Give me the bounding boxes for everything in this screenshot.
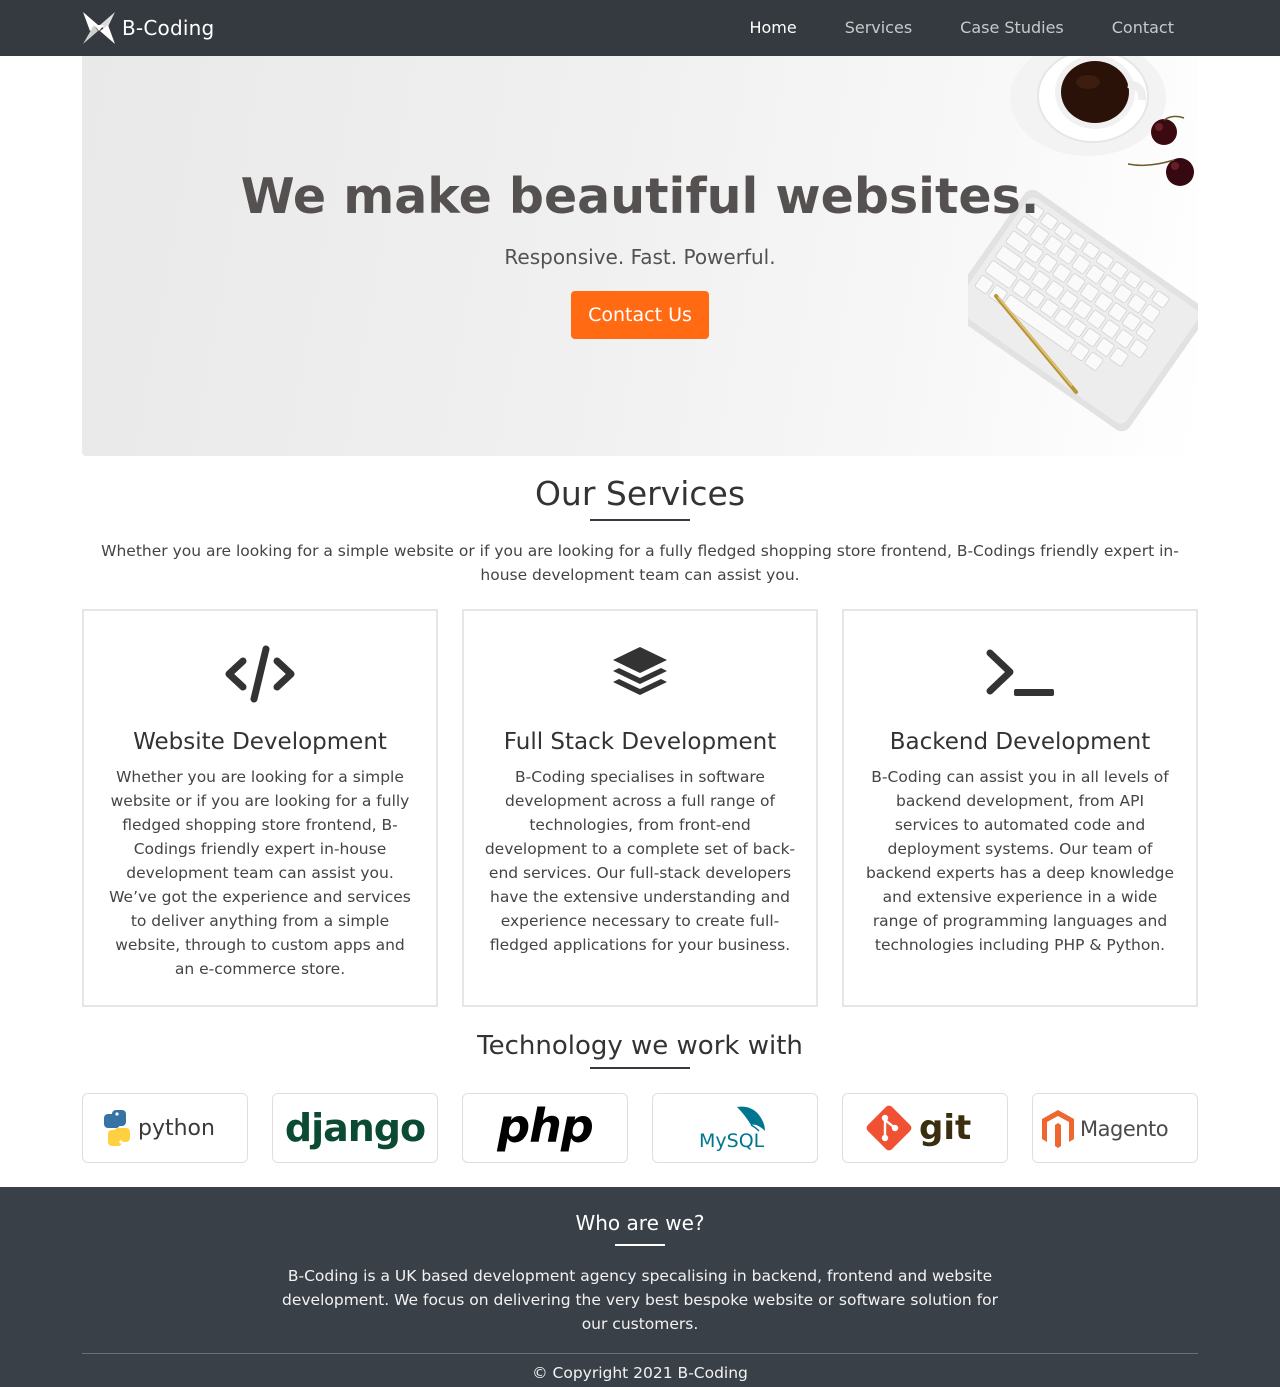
tech-logo-django: django [272,1093,438,1163]
python-logo-text: python [138,1116,215,1141]
footer-copyright: © Copyright 2021 B-Coding [532,1364,748,1382]
service-card-backend: Backend Development B-Coding can assist … [842,609,1198,1007]
django-logo-icon: django [285,1106,426,1150]
django-logo-text: django [285,1106,425,1150]
contact-us-button[interactable]: Contact Us [571,291,709,339]
service-card-text: Whether you are looking for a simple web… [109,768,411,978]
service-card-title: Backend Development [889,729,1151,755]
technology-section: Technology we work with python django ph… [0,1031,1280,1163]
services-title-underline [590,519,690,521]
brand-name: B-Coding [122,16,215,40]
footer-divider [82,1353,1198,1354]
service-card-full-stack: Full Stack Development B-Coding speciali… [462,609,818,1007]
nav-link-services[interactable]: Services [821,0,936,56]
services-section: Our Services Whether you are looking for… [0,474,1280,1007]
services-title: Our Services [534,474,746,513]
nav-links: Home Services Case Studies Contact [725,0,1198,56]
magento-logo-icon: Magento [1042,1110,1169,1148]
code-icon [225,645,295,703]
php-logo-text: php [496,1100,593,1153]
hero-banner: We make beautiful websites. Responsive. … [82,56,1198,456]
hero-title: We make beautiful websites. [240,168,1040,225]
footer-about-text: B-Coding is a UK based development agenc… [282,1267,998,1333]
navbar: B-Coding Home Services Case Studies Cont… [0,0,1280,56]
nav-link-home[interactable]: Home [725,0,820,56]
mysql-logo-text: MySQL [699,1130,765,1152]
mysql-logo-icon: MySQL [699,1106,765,1152]
python-logo-icon: python [104,1110,215,1146]
layers-icon [613,647,667,695]
card-icon-wrap [104,645,416,703]
brand-link[interactable]: B-Coding [82,11,214,45]
nav-link-contact[interactable]: Contact [1088,0,1198,56]
footer-title: Who are we? [575,1211,705,1235]
services-cards: Website Development Whether you are look… [82,609,1198,1007]
service-card-title: Website Development [133,729,387,755]
service-card-title: Full Stack Development [503,729,777,755]
card-icon-wrap [484,645,796,703]
footer-title-underline [615,1244,665,1246]
git-logo-icon: git [866,1105,971,1151]
nav-link-case-studies[interactable]: Case Studies [936,0,1088,56]
tech-logo-php: php [462,1093,628,1163]
service-card-website: Website Development Whether you are look… [82,609,438,1007]
technology-title: Technology we work with [477,1031,803,1061]
card-icon-wrap [864,645,1176,703]
navbar-inner: B-Coding Home Services Case Studies Cont… [82,0,1198,56]
git-logo-text: git [919,1108,971,1148]
tech-logo-mysql: MySQL [652,1093,818,1163]
terminal-icon [986,649,1054,696]
hero-subtitle: Responsive. Fast. Powerful. [504,245,776,269]
footer: Who are we? B-Coding is a UK based devel… [0,1187,1280,1387]
service-card-text: B-Coding specialises in software develop… [484,768,796,954]
technology-title-underline [590,1067,690,1069]
tech-logo-python: python [82,1093,248,1163]
brand-logo-icon [83,12,115,44]
services-intro: Whether you are looking for a simple web… [101,542,1179,584]
tech-logo-magento: Magento [1032,1093,1198,1163]
tech-logo-git: git [842,1093,1008,1163]
technology-logos: python django php MySQL git Magento [82,1093,1198,1163]
hero-content: We make beautiful websites. Responsive. … [82,168,1198,339]
service-card-text: B-Coding can assist you in all levels of… [865,768,1175,954]
magento-logo-text: Magento [1080,1117,1168,1141]
php-logo-icon: php [496,1100,594,1153]
